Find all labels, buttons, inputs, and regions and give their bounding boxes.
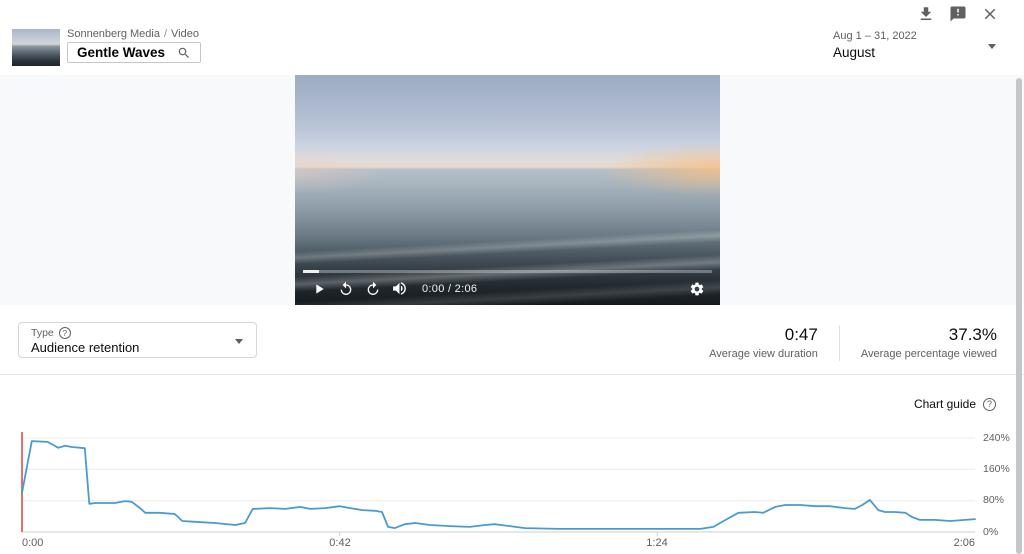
summary-metrics: 0:47 Average view duration 37.3% Average… [709,325,997,361]
forward-icon [367,281,378,295]
forward-button[interactable] [359,272,386,305]
metric-average-view-duration: 0:47 Average view duration [709,325,818,360]
metric-divider [838,325,840,361]
type-selector[interactable]: Type ? Audience retention [18,322,257,358]
metric-label: Average view duration [709,348,818,360]
metric-value: 0:47 [784,325,818,344]
gear-icon [690,282,703,295]
video-section: 0:00 / 2:06 [0,75,1024,305]
type-value: Audience retention [31,340,140,355]
breadcrumb-section[interactable]: Video [171,28,199,40]
y-axis-label: 80% [983,494,1005,506]
y-axis-label: 240% [983,432,1010,444]
video-analytics-overlay: Sonnenberg Media / Video Gentle Waves Au… [0,0,1024,554]
play-button[interactable] [305,272,332,305]
metric-value: 37.3% [948,325,997,344]
y-axis-label: 160% [983,463,1010,475]
play-icon [315,283,324,294]
chart-guide-label: Chart guide [913,397,976,411]
download-button[interactable] [914,2,938,26]
x-axis-label: 0:00 [22,537,44,549]
player-settings-button[interactable] [683,272,710,305]
help-icon[interactable]: ? [58,327,71,339]
volume-button[interactable] [386,272,413,305]
retention-chart-svg [21,432,976,536]
chart-guide-button[interactable]: Chart guide ? [914,397,996,411]
close-button[interactable] [978,2,1002,26]
download-icon [920,7,932,20]
video-player[interactable]: 0:00 / 2:06 [295,75,720,305]
metric-label: Average percentage viewed [860,348,997,360]
breadcrumb-channel[interactable]: Sonnenberg Media [67,28,160,40]
search-icon[interactable] [177,46,191,60]
x-axis-label: 0:42 [329,537,351,549]
header: Sonnenberg Media / Video Gentle Waves Au… [0,0,1024,75]
video-thumbnail[interactable] [12,29,60,66]
feedback-button[interactable] [946,2,970,26]
breadcrumb-separator: / [163,28,168,40]
video-search-box[interactable]: Gentle Waves [67,42,202,63]
video-title: Gentle Waves [77,45,166,60]
feedback-icon [950,6,966,22]
date-range-label: August [833,45,876,60]
scrollbar[interactable] [1016,78,1022,554]
metric-average-percentage-viewed: 37.3% Average percentage viewed [861,325,997,360]
retention-chart[interactable]: 0% 80% 160% 240% 0:00 0:42 1:24 2:06 [0,424,1024,554]
x-axis-label: 2:06 [953,537,975,549]
type-label: Type [31,327,54,339]
date-range-detail: Aug 1 – 31, 2022 [833,30,917,42]
x-axis-label: 1:24 [646,537,668,549]
replay-icon [340,281,351,295]
metrics-panel: Type ? Audience retention 0:47 Average v… [0,305,1024,375]
breadcrumb: Sonnenberg Media / Video [67,28,199,40]
time-display: 0:00 / 2:06 [422,282,478,295]
rewind-button[interactable] [332,272,359,305]
close-icon [984,8,996,20]
date-range-selector[interactable]: Aug 1 – 31, 2022 August [833,30,917,60]
player-controls: 0:00 / 2:06 [295,272,720,305]
y-axis-label: 0% [983,526,999,538]
help-icon[interactable]: ? [983,397,996,411]
volume-icon [393,282,406,295]
chevron-down-icon [235,339,243,344]
chevron-down-icon[interactable] [988,44,996,49]
header-actions [914,2,1002,26]
